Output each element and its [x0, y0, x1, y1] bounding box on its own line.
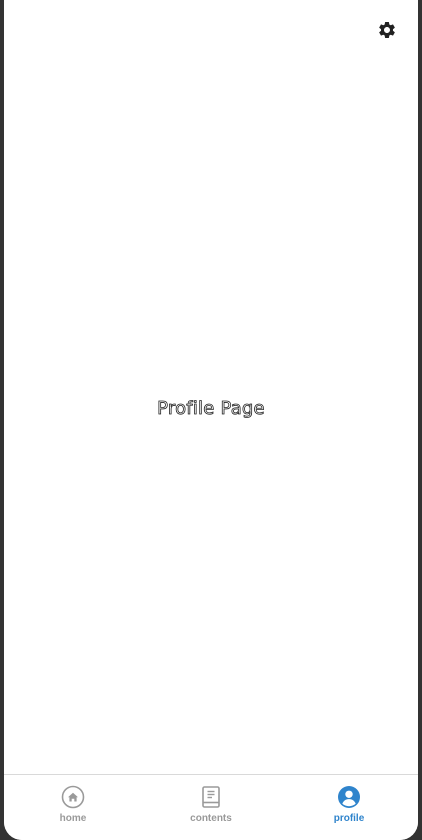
home-icon	[61, 785, 85, 809]
book-icon	[199, 785, 223, 809]
tab-contents-label: contents	[190, 813, 232, 824]
page-title: Profile Page	[157, 398, 265, 420]
gear-icon	[377, 20, 397, 45]
tab-contents[interactable]: contents	[142, 775, 280, 840]
settings-button[interactable]	[376, 21, 398, 43]
tab-home[interactable]: home	[4, 775, 142, 840]
tab-profile[interactable]: profile	[280, 775, 418, 840]
app-screen: Profile Page home contents profile	[4, 0, 418, 840]
profile-icon	[337, 785, 361, 809]
tab-home-label: home	[59, 813, 87, 824]
bottom-tab-bar: home contents profile	[4, 774, 418, 840]
tab-profile-label: profile	[333, 813, 365, 824]
